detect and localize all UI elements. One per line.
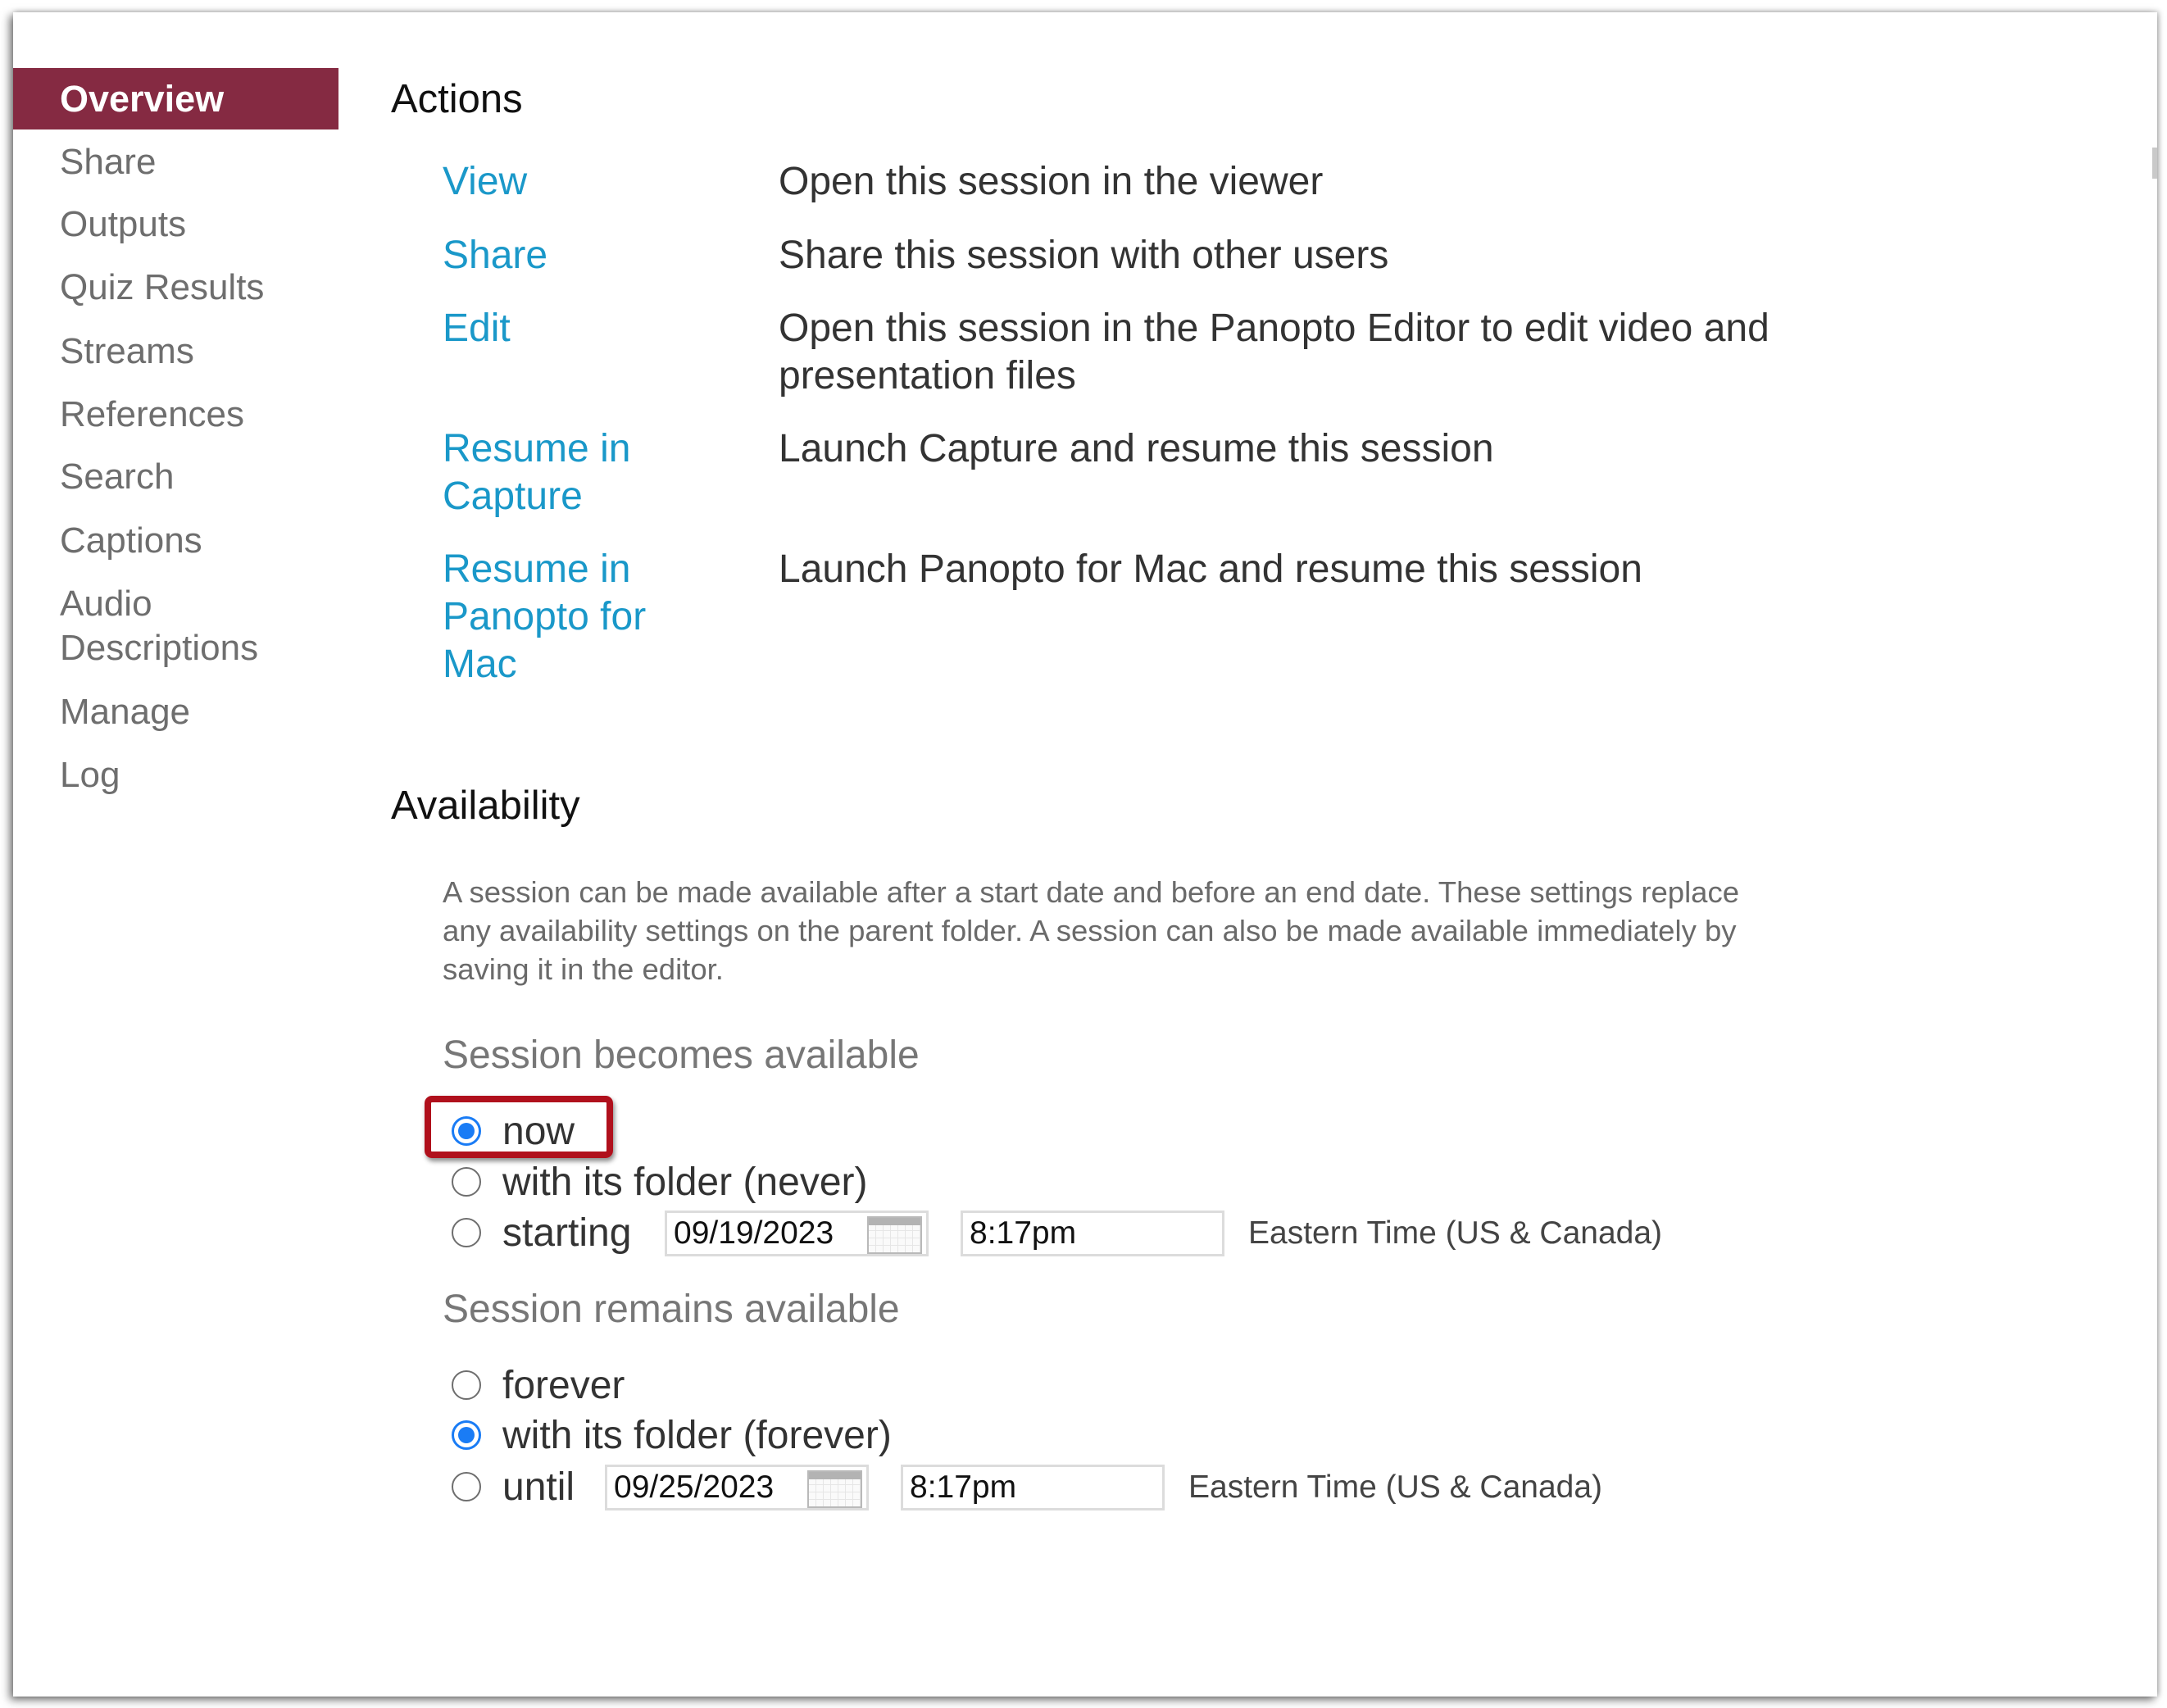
radio-label: starting: [502, 1211, 632, 1255]
sidebar-item-log[interactable]: Log: [60, 753, 120, 797]
radio-label: now: [502, 1109, 575, 1153]
remains-forever-option[interactable]: forever: [452, 1361, 625, 1409]
link-line3: Mac: [443, 643, 517, 686]
calendar-icon[interactable]: [807, 1470, 862, 1508]
resume-in-panopto-for-mac-description: Launch Panopto for Mac and resume this s…: [779, 547, 1642, 591]
edit-description: Open this session in the Panopto Editor …: [779, 305, 1769, 400]
link-line2: Panopto for: [443, 595, 647, 638]
sidebar-item-manage[interactable]: Manage: [60, 690, 190, 734]
start-date-input[interactable]: 09/19/2023: [665, 1211, 929, 1256]
radio-with-its-folder-never[interactable]: [452, 1167, 481, 1197]
start-time-value: 8:17pm: [970, 1215, 1077, 1251]
sidebar-item-overview[interactable]: Overview: [13, 68, 338, 129]
end-date-value: 09/25/2023: [614, 1470, 775, 1505]
resume-in-capture-description: Launch Capture and resume this session: [779, 427, 1494, 470]
session-settings-window: Overview Share Outputs Quiz Results Stre…: [13, 12, 2157, 1697]
radio-starting[interactable]: [452, 1218, 481, 1247]
radio-label: with its folder (never): [502, 1160, 868, 1204]
resume-in-panopto-for-mac-link[interactable]: Resume in Panopto for Mac: [443, 546, 646, 688]
start-timezone-label: Eastern Time (US & Canada): [1248, 1215, 1663, 1251]
radio-now[interactable]: [452, 1116, 481, 1146]
start-time-input[interactable]: 8:17pm: [961, 1211, 1224, 1256]
edit-description-line1: Open this session in the Panopto Editor …: [779, 307, 1769, 350]
sidebar-item-label: Overview: [60, 78, 225, 120]
end-time-value: 8:17pm: [910, 1470, 1017, 1505]
view-link[interactable]: View: [443, 158, 527, 206]
sidebar-item-captions[interactable]: Captions: [60, 519, 202, 563]
sidebar-item-outputs[interactable]: Outputs: [60, 202, 186, 247]
availability-description: A session can be made available after a …: [443, 875, 1740, 986]
becomes-with-folder-option[interactable]: with its folder (never): [452, 1158, 867, 1206]
share-link[interactable]: Share: [443, 232, 547, 279]
end-date-input[interactable]: 09/25/2023: [605, 1465, 869, 1510]
edit-link[interactable]: Edit: [443, 305, 511, 352]
start-date-value: 09/19/2023: [674, 1215, 834, 1251]
sidebar-item-search[interactable]: Search: [60, 455, 174, 499]
view-description: Open this session in the viewer: [779, 160, 1324, 203]
sidebar-item-quiz-results[interactable]: Quiz Results: [60, 266, 264, 310]
session-becomes-available-heading: Session becomes available: [443, 1033, 920, 1077]
link-line1: Resume in: [443, 427, 631, 470]
session-remains-available-heading: Session remains available: [443, 1288, 900, 1331]
end-time-input[interactable]: 8:17pm: [901, 1465, 1165, 1510]
end-timezone-label: Eastern Time (US & Canada): [1188, 1470, 1603, 1505]
calendar-icon[interactable]: [867, 1216, 922, 1254]
edit-description-line2: presentation files: [779, 354, 1076, 397]
share-description: Share this session with other users: [779, 234, 1389, 277]
sidebar-item-label-line1: Audio: [60, 584, 152, 624]
sidebar-item-audio-descriptions[interactable]: Audio Descriptions: [60, 582, 258, 670]
radio-until[interactable]: [452, 1472, 481, 1501]
radio-label: forever: [502, 1363, 625, 1407]
resume-in-capture-link[interactable]: Resume in Capture: [443, 425, 630, 520]
sidebar-item-streams[interactable]: Streams: [60, 329, 194, 374]
becomes-now-option[interactable]: now: [452, 1107, 575, 1155]
actions-heading: Actions: [391, 77, 523, 121]
link-line2: Capture: [443, 475, 583, 518]
radio-with-its-folder-forever[interactable]: [452, 1420, 481, 1450]
sidebar-item-references[interactable]: References: [60, 393, 244, 437]
radio-label: with its folder (forever): [502, 1413, 892, 1457]
link-line1: Resume in: [443, 547, 631, 591]
availability-heading: Availability: [391, 784, 580, 828]
remains-with-folder-option[interactable]: with its folder (forever): [452, 1411, 892, 1459]
radio-forever[interactable]: [452, 1370, 481, 1400]
becomes-starting-option[interactable]: starting: [452, 1209, 631, 1256]
scrollbar[interactable]: [2152, 148, 2157, 179]
sidebar-item-share[interactable]: Share: [60, 140, 156, 184]
radio-label: until: [502, 1465, 575, 1509]
remains-until-option[interactable]: until: [452, 1463, 575, 1510]
sidebar-item-label-line2: Descriptions: [60, 628, 259, 668]
